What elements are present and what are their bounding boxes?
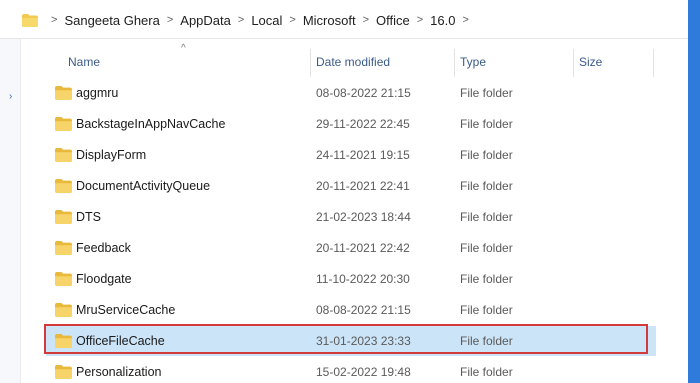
file-date-modified: 11-10-2022 20:30 [316, 272, 410, 286]
chevron-right-icon: > [362, 14, 369, 26]
column-header-date[interactable]: Date modified [316, 55, 390, 69]
file-name: DTS [76, 210, 101, 224]
folder-icon [55, 86, 72, 100]
expand-chevron-icon[interactable]: › [9, 91, 12, 102]
chevron-right-icon: > [289, 14, 296, 26]
column-header-name[interactable]: Name [68, 55, 100, 69]
file-type: File folder [460, 86, 513, 100]
column-headers: ^ Name Date modified Type Size [20, 39, 688, 83]
folder-icon [55, 303, 72, 317]
file-date-modified: 15-02-2022 19:48 [316, 365, 411, 379]
column-header-size[interactable]: Size [579, 55, 602, 69]
file-row[interactable]: MruServiceCache 08-08-2022 21:15 File fold… [46, 295, 656, 325]
file-name: DisplayForm [76, 148, 147, 162]
file-row[interactable]: Personalization 15-02-2022 19:48 File fold… [46, 357, 656, 383]
file-row[interactable]: BackstageInAppNavCache 29-11-2022 22:45 Fi… [46, 109, 656, 139]
file-date-modified: 08-08-2022 21:15 [316, 86, 411, 100]
file-name: Personalization [76, 365, 162, 379]
file-date-modified: 24-11-2021 19:15 [316, 148, 410, 162]
file-type: File folder [460, 365, 513, 379]
file-name: aggmru [76, 86, 119, 100]
chevron-right-icon: > [416, 14, 424, 26]
file-row[interactable]: DisplayForm 24-11-2021 19:15 File folder [46, 140, 656, 170]
folder-icon [55, 148, 72, 162]
highlight-annotation [44, 324, 648, 354]
file-date-modified: 20-11-2021 22:41 [316, 179, 410, 193]
column-divider[interactable] [310, 49, 311, 77]
file-type: File folder [460, 148, 513, 162]
chevron-right-icon: > [166, 14, 174, 26]
file-type: File folder [460, 117, 513, 131]
breadcrumb-item[interactable]: Microsoft [303, 13, 356, 28]
file-type: File folder [460, 241, 513, 255]
file-name: Feedback [76, 241, 131, 255]
file-date-modified: 29-11-2022 22:45 [316, 117, 410, 131]
chevron-right-icon: > [51, 14, 58, 26]
folder-icon [22, 13, 38, 27]
file-date-modified: 08-08-2022 21:15 [316, 303, 411, 317]
breadcrumb-item[interactable]: Sangeeta Ghera [64, 13, 159, 28]
file-row[interactable]: DTS 21-02-2023 18:44 File folder [46, 202, 656, 232]
column-header-type[interactable]: Type [460, 55, 486, 69]
file-name: BackstageInAppNavCache [76, 117, 226, 131]
column-divider[interactable] [653, 49, 654, 77]
breadcrumb-item[interactable]: AppData [180, 13, 231, 28]
file-row[interactable]: Feedback 20-11-2021 22:42 File folder [46, 233, 656, 263]
file-date-modified: 20-11-2021 22:42 [316, 241, 410, 255]
column-divider[interactable] [454, 49, 455, 77]
file-name: Floodgate [76, 272, 132, 286]
folder-icon [55, 179, 72, 193]
navigation-pane[interactable]: › [0, 39, 21, 383]
breadcrumb-item[interactable]: Office [376, 13, 410, 28]
folder-icon [55, 117, 72, 131]
file-name: MruServiceCache [76, 303, 176, 317]
breadcrumb-item[interactable]: 16.0 [430, 13, 455, 28]
file-type: File folder [460, 210, 513, 224]
folder-icon [55, 272, 72, 286]
file-type: File folder [460, 272, 513, 286]
file-row[interactable]: Floodgate 11-10-2022 20:30 File folder [46, 264, 656, 294]
file-date-modified: 21-02-2023 18:44 [316, 210, 411, 224]
chevron-right-icon: > [237, 14, 245, 26]
column-divider[interactable] [573, 49, 574, 77]
folder-icon [55, 241, 72, 255]
sort-ascending-icon: ^ [181, 43, 186, 54]
breadcrumb-item[interactable]: Local [251, 13, 282, 28]
file-row[interactable]: DocumentActivityQueue 20-11-2021 22:41 Fil… [46, 171, 656, 201]
file-name: DocumentActivityQueue [76, 179, 211, 193]
file-row[interactable]: aggmru 08-08-2022 21:15 File folder [46, 78, 656, 108]
folder-icon [55, 210, 72, 224]
breadcrumb: > Sangeeta Ghera > AppData > Local > Mic… [22, 11, 476, 29]
file-type: File folder [460, 303, 513, 317]
chevron-right-icon[interactable]: > [462, 14, 468, 26]
file-type: File folder [460, 179, 513, 193]
address-bar[interactable]: > Sangeeta Ghera > AppData > Local > Mic… [0, 0, 688, 39]
folder-icon [55, 365, 72, 379]
